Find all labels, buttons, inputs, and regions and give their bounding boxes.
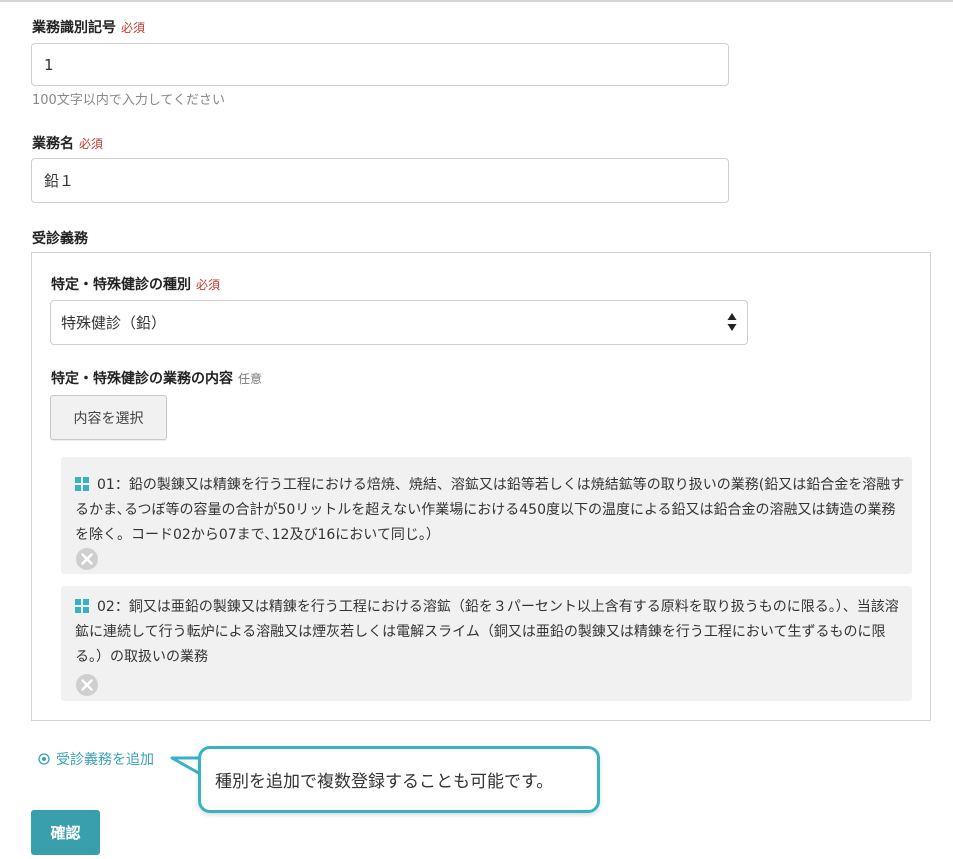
- business-id-value: 1: [44, 55, 54, 74]
- business-id-input[interactable]: 1: [31, 43, 729, 86]
- business-name-input[interactable]: 鉛１: [31, 158, 729, 203]
- business-id-label-text: 業務識別記号: [32, 20, 116, 36]
- business-name-label: 業務名 必須: [32, 133, 103, 153]
- duty-item-text: 02：銅又は亜鉛の製錬又は精錬を行う工程における溶鉱（鉛を３パーセント以上含有す…: [75, 595, 905, 670]
- remove-icon[interactable]: [75, 547, 99, 571]
- business-id-hint: 100文字以内で入力してください: [32, 93, 226, 108]
- add-circle-icon: [38, 753, 50, 765]
- choose-content-button[interactable]: 内容を選択: [50, 395, 167, 440]
- remove-icon[interactable]: [75, 673, 99, 697]
- business-id-label: 業務識別記号 必須: [32, 17, 145, 37]
- business-name-value: 鉛１: [44, 172, 75, 190]
- confirm-button[interactable]: 確認: [31, 810, 100, 855]
- exam-content-label-text: 特定・特殊健診の業務の内容: [51, 371, 233, 387]
- top-divider: [0, 0, 953, 2]
- required-badge: 必須: [196, 278, 221, 292]
- required-badge: 必須: [121, 21, 146, 35]
- exam-type-label: 特定・特殊健診の種別 必須: [51, 274, 220, 294]
- duty-item-description: 01：鉛の製錬又は精錬を行う工程における焙焼、焼結、溶鉱又は鉛等若しくは焼結鉱等…: [75, 477, 905, 543]
- duty-item-text: 01：鉛の製錬又は精錬を行う工程における焙焼、焼結、溶鉱又は鉛等若しくは焼結鉱等…: [75, 473, 905, 548]
- exam-type-selected: 特殊健診（鉛）: [61, 314, 167, 332]
- duties-label: 受診義務: [32, 231, 88, 247]
- business-name-label-text: 業務名: [32, 136, 74, 152]
- select-arrows-icon: [727, 313, 737, 331]
- tooltip-callout: 種別を追加で複数登録することも可能です。: [198, 746, 600, 813]
- exam-content-label: 特定・特殊健診の業務の内容 任意: [51, 368, 262, 388]
- duty-item: 02：銅又は亜鉛の製錬又は精錬を行う工程における溶鉱（鉛を３パーセント以上含有す…: [61, 586, 912, 701]
- exam-type-label-text: 特定・特殊健診の種別: [51, 277, 191, 293]
- add-duty-link[interactable]: 受診義務を追加: [38, 749, 154, 769]
- grid-icon: [75, 477, 89, 491]
- add-duty-link-text: 受診義務を追加: [56, 752, 154, 768]
- duty-item-description: 02：銅又は亜鉛の製錬又は精錬を行う工程における溶鉱（鉛を３パーセント以上含有す…: [75, 599, 899, 665]
- duty-item: 01：鉛の製錬又は精錬を行う工程における焙焼、焼結、溶鉱又は鉛等若しくは焼結鉱等…: [61, 457, 912, 574]
- exam-type-select[interactable]: 特殊健診（鉛）: [50, 300, 748, 345]
- grid-icon: [75, 599, 89, 613]
- required-badge: 必須: [79, 137, 104, 151]
- optional-badge: 任意: [238, 372, 263, 386]
